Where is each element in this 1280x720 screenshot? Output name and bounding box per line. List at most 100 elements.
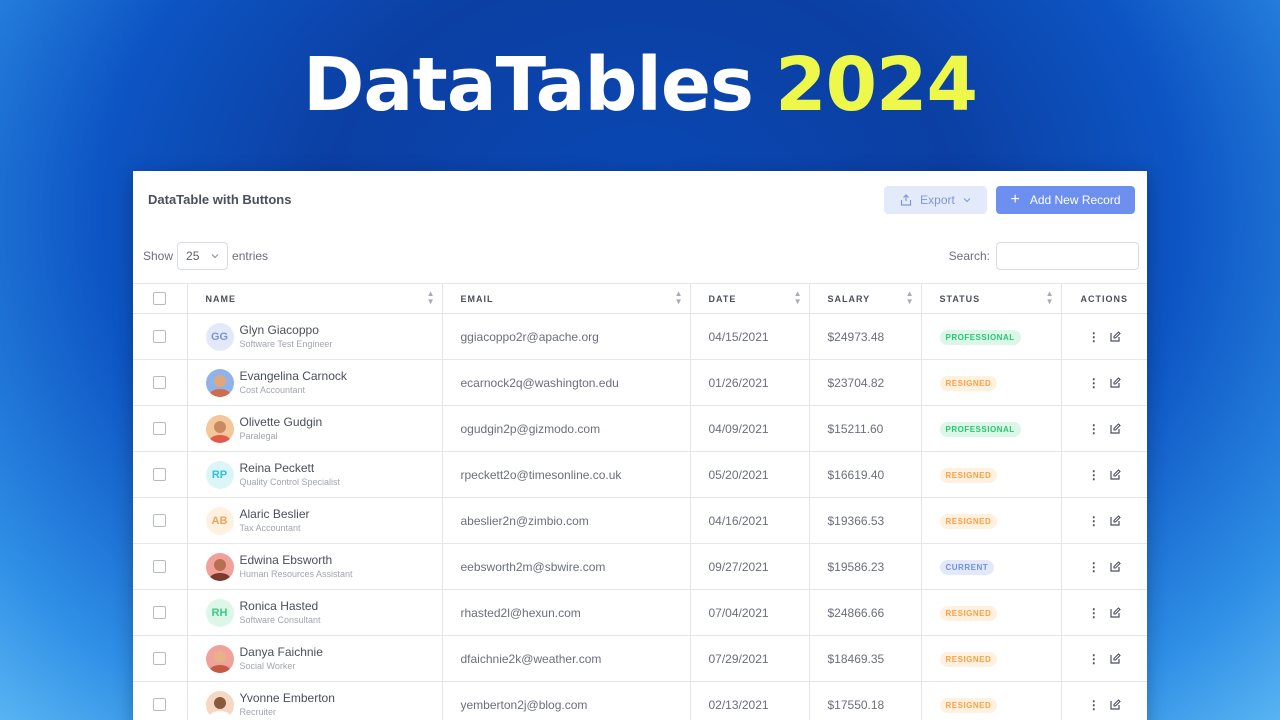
email-cell: abeslier2n@zimbio.com — [442, 497, 691, 544]
entries-value: 25 — [186, 249, 200, 263]
employee-role: Recruiter — [239, 706, 277, 717]
status-cell: CURRENT — [921, 543, 1062, 590]
entries-length-control: Show 25 entries — [143, 242, 268, 270]
employee-role: Quality Control Specialist — [239, 476, 341, 487]
column-header-email[interactable]: EMAIL ▲ ▼ — [442, 283, 691, 314]
export-label: Export — [920, 193, 955, 207]
salary-cell: $19586.23 — [809, 543, 922, 590]
entries-select[interactable]: 25 — [177, 242, 229, 270]
avatar-head — [213, 650, 226, 663]
more-vertical-icon[interactable]: ⋮ — [1088, 653, 1100, 665]
edit-icon[interactable] — [1110, 469, 1121, 480]
row-checkbox[interactable] — [153, 698, 167, 711]
status-badge: RESIGNED — [939, 467, 998, 483]
table-row: Danya Faichnie Social Worker dfaichnie2k@… — [133, 635, 1147, 682]
table-toolbar: Show 25 entries Search: — [133, 231, 1147, 283]
status-badge: RESIGNED — [939, 375, 998, 391]
edit-icon[interactable] — [1110, 607, 1121, 618]
avatar — [205, 552, 234, 581]
table-header-row: NAME ▲ ▼ EMAIL ▲ ▼ DATE ▲ ▼ SALARY ▲ ▼ STATUS ▲ ▼ … — [133, 283, 1147, 314]
select-all-checkbox[interactable] — [153, 292, 167, 305]
avatar-head — [213, 420, 226, 433]
avatar: GG — [205, 322, 234, 351]
more-vertical-icon[interactable]: ⋮ — [1088, 469, 1100, 481]
more-vertical-icon[interactable]: ⋮ — [1088, 377, 1100, 389]
salary-cell: $18469.35 — [809, 635, 922, 682]
status-badge: RESIGNED — [939, 513, 998, 529]
more-vertical-icon[interactable]: ⋮ — [1088, 699, 1100, 711]
column-header-salary[interactable]: SALARY ▲ ▼ — [809, 283, 922, 314]
salary-cell: $16619.40 — [809, 451, 922, 498]
row-checkbox[interactable] — [153, 606, 167, 619]
actions-cell: ⋮ — [1061, 681, 1147, 720]
row-select-cell — [133, 451, 188, 498]
avatar-body — [208, 664, 231, 673]
edit-icon[interactable] — [1110, 423, 1121, 434]
name-cell: Edwina Ebsworth Human Resources Assistant — [187, 543, 443, 590]
row-select-cell — [133, 405, 188, 452]
row-checkbox[interactable] — [153, 514, 167, 527]
status-cell: RESIGNED — [921, 589, 1062, 636]
column-header-date[interactable]: DATE ▲ ▼ — [690, 283, 810, 314]
more-vertical-icon[interactable]: ⋮ — [1088, 515, 1100, 527]
more-vertical-icon[interactable]: ⋮ — [1088, 607, 1100, 619]
row-select-cell — [133, 681, 188, 720]
date-cell: 07/04/2021 — [690, 589, 810, 636]
salary-cell: $19366.53 — [809, 497, 922, 544]
email-cell: rpeckett2o@timesonline.co.uk — [442, 451, 691, 498]
more-vertical-icon[interactable]: ⋮ — [1088, 561, 1100, 573]
row-select-cell — [133, 589, 188, 636]
search-label: Search: — [948, 249, 990, 263]
more-vertical-icon[interactable]: ⋮ — [1088, 331, 1100, 343]
row-checkbox[interactable] — [153, 560, 167, 573]
name-cell: Yvonne Emberton Recruiter — [187, 681, 443, 720]
show-label: Show — [143, 249, 174, 263]
sort-icon: ▲ ▼ — [905, 289, 915, 306]
date-cell: 02/13/2021 — [690, 681, 810, 720]
row-checkbox[interactable] — [153, 376, 167, 389]
avatar-body — [208, 710, 231, 719]
status-cell: RESIGNED — [921, 635, 1062, 682]
column-header-name[interactable]: NAME ▲ ▼ — [187, 283, 443, 314]
salary-cell: $17550.18 — [809, 681, 922, 720]
edit-icon[interactable] — [1110, 377, 1121, 388]
plus-icon: + — [1010, 191, 1020, 208]
edit-icon[interactable] — [1110, 331, 1121, 342]
row-checkbox[interactable] — [153, 330, 167, 343]
export-button[interactable]: Export — [884, 186, 987, 214]
avatar-body — [208, 388, 231, 397]
more-vertical-icon[interactable]: ⋮ — [1088, 423, 1100, 435]
edit-icon[interactable] — [1110, 561, 1121, 572]
employee-name: Ronica Hasted — [239, 598, 319, 613]
email-cell: ecarnock2q@washington.edu — [442, 359, 691, 406]
date-cell: 07/29/2021 — [690, 635, 810, 682]
status-badge: PROFESSIONAL — [939, 421, 1021, 437]
email-cell: ggiacoppo2r@apache.org — [442, 313, 691, 360]
employee-name: Glyn Giacoppo — [239, 322, 319, 337]
table-row: Evangelina Carnock Cost Accountant ecarno… — [133, 359, 1147, 406]
table-row: RH Ronica Hasted Software Consultant rhast… — [133, 589, 1147, 636]
avatar-head — [213, 374, 226, 387]
data-table: NAME ▲ ▼ EMAIL ▲ ▼ DATE ▲ ▼ SALARY ▲ ▼ STATUS ▲ ▼ … — [133, 283, 1147, 720]
row-select-cell — [133, 313, 188, 360]
sort-icon: ▲ ▼ — [1045, 289, 1055, 306]
row-checkbox[interactable] — [153, 422, 167, 435]
edit-icon[interactable] — [1110, 515, 1121, 526]
search-input[interactable] — [996, 242, 1139, 270]
actions-cell: ⋮ — [1061, 497, 1147, 544]
status-cell: RESIGNED — [921, 681, 1062, 720]
card-title: DataTable with Buttons — [148, 192, 292, 207]
employee-name: Reina Peckett — [239, 460, 315, 475]
add-new-record-button[interactable]: + Add New Record — [996, 186, 1135, 214]
avatar — [205, 368, 234, 397]
edit-icon[interactable] — [1110, 699, 1121, 710]
share-icon — [901, 194, 912, 206]
salary-cell: $24973.48 — [809, 313, 922, 360]
column-header-status[interactable]: STATUS ▲ ▼ — [921, 283, 1062, 314]
row-checkbox[interactable] — [153, 468, 167, 481]
employee-role: Paralegal — [239, 430, 278, 441]
row-checkbox[interactable] — [153, 652, 167, 665]
select-all-header — [133, 283, 188, 314]
edit-icon[interactable] — [1110, 653, 1121, 664]
status-badge: RESIGNED — [939, 697, 998, 713]
